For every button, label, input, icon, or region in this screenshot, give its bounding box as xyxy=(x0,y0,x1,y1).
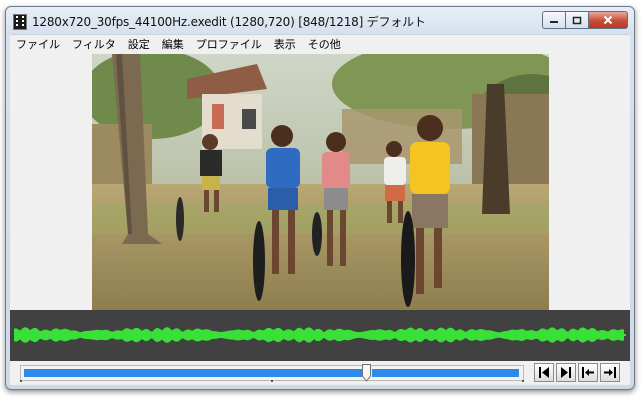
go-start-button[interactable] xyxy=(578,363,598,382)
seek-thumb[interactable] xyxy=(362,364,371,382)
menu-file[interactable]: ファイル xyxy=(10,35,66,54)
audio-waveform-panel[interactable] xyxy=(10,310,630,361)
go-end-button[interactable] xyxy=(600,363,620,382)
video-viewport[interactable] xyxy=(10,54,630,310)
seek-tick xyxy=(522,380,524,382)
close-icon xyxy=(603,15,613,25)
menu-view[interactable]: 表示 xyxy=(268,35,302,54)
video-frame-image xyxy=(92,54,549,310)
minimize-button[interactable] xyxy=(542,11,566,29)
window-controls xyxy=(542,11,628,29)
menu-other[interactable]: その他 xyxy=(302,35,347,54)
seek-bar-fill-right xyxy=(372,369,519,377)
menu-bar: ファイル フィルタ 設定 編集 プロファイル 表示 その他 xyxy=(10,34,630,54)
prev-frame-button[interactable] xyxy=(534,363,554,382)
client-area xyxy=(10,54,630,385)
close-button[interactable] xyxy=(589,11,628,29)
maximize-button[interactable] xyxy=(566,11,589,29)
menu-edit[interactable]: 編集 xyxy=(156,35,190,54)
window-title: 1280x720_30fps_44100Hz.exedit (1280,720)… xyxy=(32,15,426,29)
next-frame-icon xyxy=(561,367,571,378)
go-end-icon xyxy=(604,367,616,378)
waveform-centerline xyxy=(14,334,626,336)
editor-window: 1280x720_30fps_44100Hz.exedit (1280,720)… xyxy=(5,6,635,390)
title-bar[interactable]: 1280x720_30fps_44100Hz.exedit (1280,720)… xyxy=(6,7,634,33)
menu-settings[interactable]: 設定 xyxy=(122,35,156,54)
go-start-icon xyxy=(582,367,594,378)
audio-waveform xyxy=(14,327,626,343)
playback-controls xyxy=(10,361,630,385)
menu-profile[interactable]: プロファイル xyxy=(190,35,268,54)
restore-icon xyxy=(572,16,582,24)
next-frame-button[interactable] xyxy=(556,363,576,382)
seek-bar[interactable] xyxy=(20,364,524,382)
video-frame[interactable] xyxy=(92,54,549,310)
prev-frame-icon xyxy=(539,367,549,378)
minimize-icon xyxy=(550,21,558,23)
seek-bar-fill-left xyxy=(24,369,362,377)
seek-tick xyxy=(271,380,273,382)
seek-tick xyxy=(20,380,22,382)
film-app-icon xyxy=(13,14,27,30)
menu-filter[interactable]: フィルタ xyxy=(66,35,122,54)
